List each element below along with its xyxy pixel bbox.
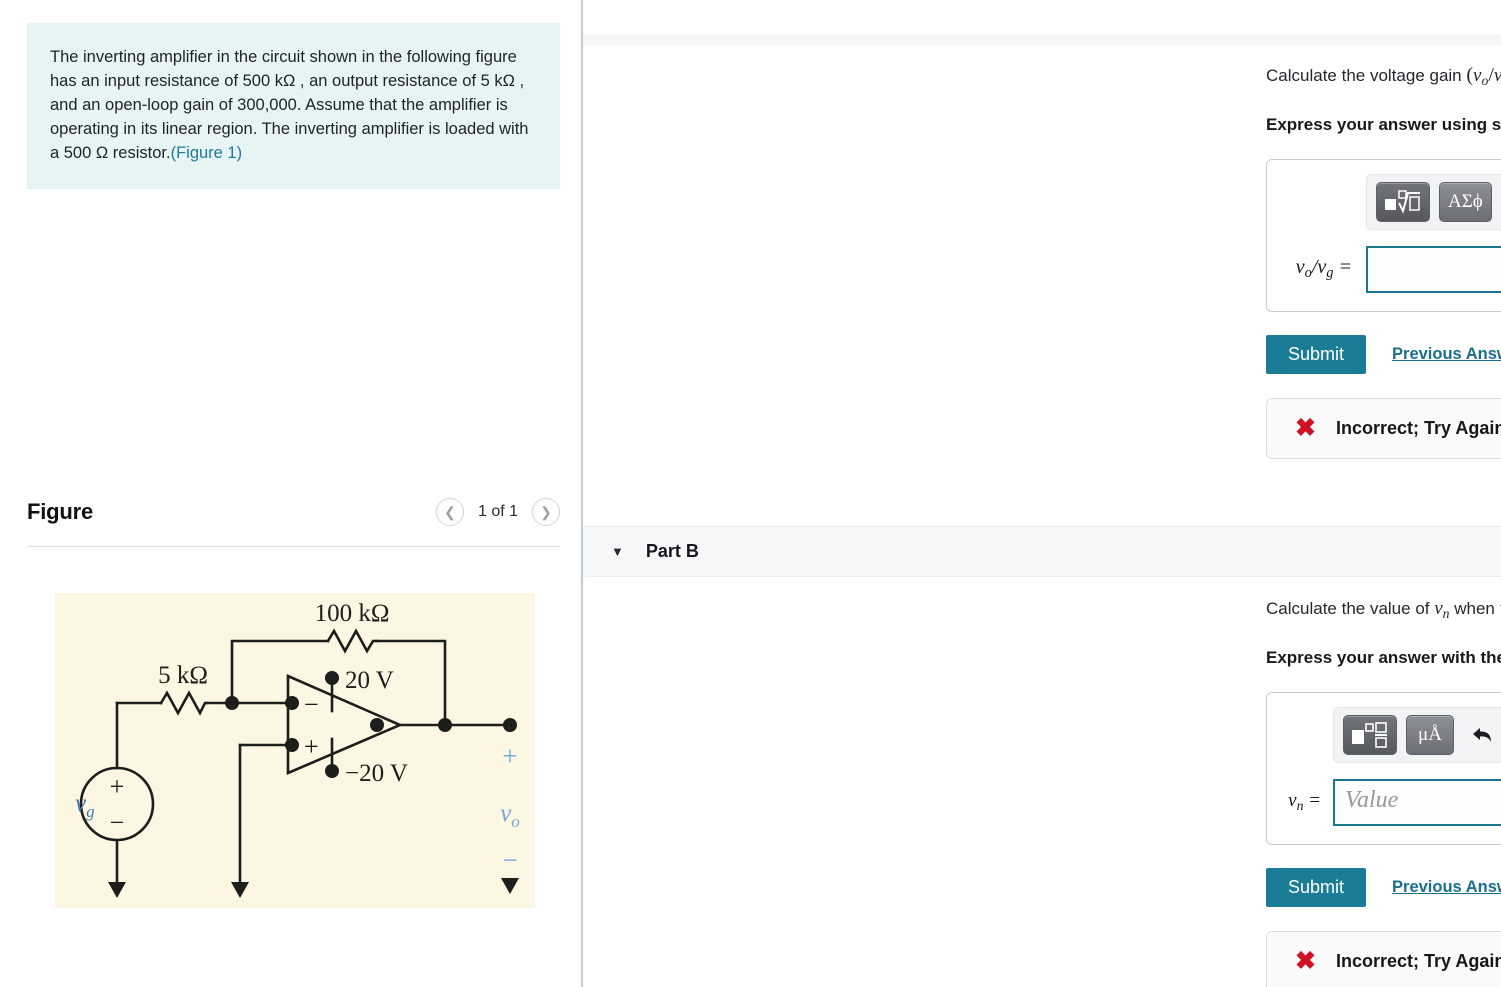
circuit-figure[interactable]: 100 kΩ 5 kΩ 20 V −20 V − + + − vg + vo − bbox=[55, 593, 535, 908]
figure-title: Figure bbox=[27, 499, 94, 524]
part-a-question: Calculate the voltage gain (vo/vg) of th… bbox=[1266, 64, 1501, 88]
svg-text:5 kΩ: 5 kΩ bbox=[158, 662, 208, 689]
part-a-answer-widget: ΑΣϕ ⇅ vec bbox=[1266, 158, 1501, 312]
part-a-answer-input[interactable] bbox=[1366, 245, 1501, 293]
chevron-right-icon[interactable]: ❯ bbox=[532, 498, 560, 526]
part-b-body: Calculate the value of vn when vg = 1 V … bbox=[1266, 596, 1501, 987]
part-a-submit-button[interactable]: Submit bbox=[1266, 334, 1367, 374]
x-mark-icon: ✖ bbox=[1295, 413, 1316, 442]
part-b-answer-widget: μÅ vn = Value bbox=[1266, 691, 1501, 845]
figure-divider bbox=[27, 546, 560, 547]
part-b-feedback: ✖ Incorrect; Try Again; 5 attempts remai… bbox=[1266, 930, 1501, 987]
svg-text:−: − bbox=[502, 845, 517, 875]
figure-header: Figure ❮ 1 of 1 ❯ bbox=[27, 498, 560, 526]
part-a-math-toolbar: ΑΣϕ ⇅ vec bbox=[1366, 173, 1501, 230]
part-b-question: Calculate the value of vn when vg = 1 V bbox=[1266, 598, 1501, 621]
svg-text:+: + bbox=[502, 741, 517, 771]
part-a-feedback-text: Incorrect; Try Again; 3 attempts remaini… bbox=[1335, 417, 1501, 438]
part-a-answer-row: vo/vg = bbox=[1267, 245, 1501, 293]
part-a-question-lead: Calculate the voltage gain bbox=[1266, 66, 1467, 85]
svg-text:−20 V: −20 V bbox=[345, 760, 408, 787]
svg-text:+: + bbox=[110, 772, 125, 801]
template-radical-button[interactable] bbox=[1376, 181, 1430, 222]
greek-symbols-button[interactable]: ΑΣϕ bbox=[1439, 181, 1492, 222]
part-a-instruction: Express your answer using six significan… bbox=[1266, 114, 1501, 134]
svg-text:100 kΩ: 100 kΩ bbox=[315, 600, 390, 627]
part-b-question-lead: Calculate the value of bbox=[1266, 599, 1435, 618]
figure-nav: ❮ 1 of 1 ❯ bbox=[435, 498, 560, 526]
undo-icon bbox=[1473, 727, 1491, 742]
problem-statement: The inverting amplifier in the circuit s… bbox=[27, 23, 560, 189]
caret-down-icon[interactable]: ▼ bbox=[611, 544, 624, 559]
part-b-answer-label: vn = bbox=[1288, 790, 1321, 814]
svg-text:20 V: 20 V bbox=[345, 667, 394, 694]
problem-line-1: The inverting amplifier in the circuit s… bbox=[50, 48, 403, 66]
part-a-answer-label: vo/vg = bbox=[1295, 256, 1352, 282]
template-fraction-button[interactable] bbox=[1343, 714, 1397, 755]
svg-text:−: − bbox=[304, 690, 319, 719]
part-b-feedback-text: Incorrect; Try Again; 5 attempts remaini… bbox=[1335, 950, 1501, 971]
part-a-previous-answers-link[interactable]: Previous Answers bbox=[1392, 345, 1501, 364]
undo-button[interactable] bbox=[1463, 717, 1501, 753]
fraction-icon bbox=[1352, 722, 1388, 748]
left-panel: The inverting amplifier in the circuit s… bbox=[0, 0, 583, 987]
part-b-header[interactable]: ▼ Part B bbox=[583, 526, 1501, 577]
problem-page: The inverting amplifier in the circuit s… bbox=[0, 0, 1501, 987]
part-b-question-mid: when bbox=[1449, 599, 1500, 618]
part-b-math-toolbar: μÅ bbox=[1333, 706, 1501, 763]
part-b-previous-answers-link[interactable]: Previous Answers bbox=[1392, 878, 1501, 897]
part-b-action-row: Submit Previous Answers Request Answer bbox=[1266, 867, 1501, 907]
radical-icon bbox=[1385, 190, 1421, 214]
svg-text:−: − bbox=[110, 808, 125, 837]
x-mark-icon: ✖ bbox=[1295, 946, 1316, 975]
part-a-feedback: ✖ Incorrect; Try Again; 3 attempts remai… bbox=[1266, 397, 1501, 459]
part-b-instruction: Express your answer with the appropriate… bbox=[1266, 647, 1501, 667]
svg-text:+: + bbox=[304, 732, 319, 761]
chevron-left-icon[interactable]: ❮ bbox=[435, 498, 464, 526]
part-a-body: Calculate the voltage gain (vo/vg) of th… bbox=[1266, 62, 1501, 459]
problem-line-6: Ω resistor. bbox=[95, 144, 171, 162]
part-b-value-input[interactable] bbox=[1333, 778, 1501, 826]
units-button[interactable]: μÅ bbox=[1406, 714, 1454, 755]
units-label: μÅ bbox=[1418, 723, 1442, 745]
right-panel: Calculate the voltage gain (vo/vg) of th… bbox=[583, 0, 1501, 987]
part-b-submit-button[interactable]: Submit bbox=[1266, 867, 1367, 907]
part-b-title: Part B bbox=[645, 541, 699, 561]
part-a-header-strip bbox=[583, 34, 1501, 45]
figure-counter: 1 of 1 bbox=[477, 503, 518, 520]
greek-symbols-label: ΑΣϕ bbox=[1448, 190, 1483, 212]
figure-1-link[interactable]: (Figure 1) bbox=[171, 144, 243, 162]
part-a-action-row: Submit Previous Answers Request Answer bbox=[1266, 334, 1501, 374]
part-b-answer-row: vn = bbox=[1267, 778, 1501, 826]
